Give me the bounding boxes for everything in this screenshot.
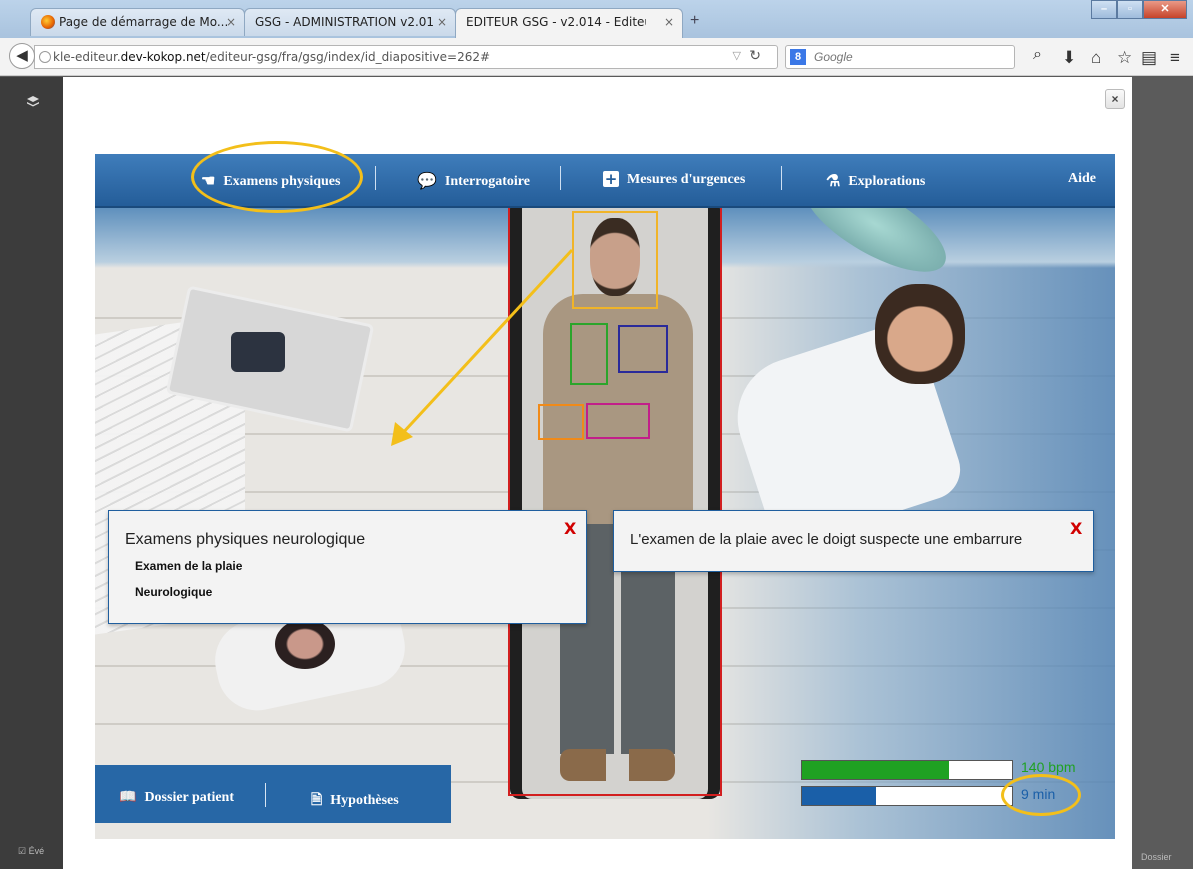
flask-icon: ⚗	[826, 173, 841, 190]
firefox-icon	[41, 15, 55, 29]
close-window-button[interactable]: ✕	[1143, 0, 1187, 19]
modal-close-button[interactable]: ×	[1105, 89, 1125, 109]
url-prefix: kle-editeur.	[53, 50, 121, 64]
search-bar[interactable]: 8 Google ⌕	[785, 45, 1042, 69]
url-dropdown-icon[interactable]: ▽	[733, 49, 741, 62]
exam-result-text: L'examen de la plaie avec le doigt suspe…	[630, 531, 1023, 548]
annotation-arrow	[391, 248, 574, 446]
tab-administration[interactable]: GSG - ADMINISTRATION v2.01... ×	[244, 8, 456, 36]
popup-close-button[interactable]: X	[564, 519, 576, 538]
scene-footer-bar: 📖 Dossier patient 🗎 Hypothèses	[95, 765, 451, 823]
popup-close-button[interactable]: X	[1070, 519, 1082, 538]
menu-explorations[interactable]: ⚗ Explorations	[826, 171, 925, 191]
bookmarks-icon[interactable]: ▤	[1141, 48, 1157, 68]
simulation-scene: ☚ Examens physiques 💬 Interrogatoire + Mesu…	[95, 154, 1115, 839]
exam-option-neurologique[interactable]: Neurologique	[135, 585, 212, 599]
menu-label: Mesures d'urgences	[627, 172, 746, 187]
menu-divider	[560, 166, 561, 190]
menu-label: Explorations	[848, 174, 926, 189]
time-fill	[802, 787, 876, 805]
menu-mesures-urgences[interactable]: + Mesures d'urgences	[603, 171, 745, 188]
window-controls: – ▫ ✕	[1091, 0, 1187, 20]
speech-bubbles-icon: 💬	[417, 173, 437, 190]
bottom-dossier-link[interactable]: Dossier	[1141, 852, 1172, 862]
page-sidebar	[0, 77, 63, 869]
maximize-button[interactable]: ▫	[1117, 0, 1143, 19]
tab-editeur[interactable]: EDITEUR GSG - v2.014 - Editeur ... ×	[455, 8, 683, 38]
search-icon[interactable]: ⌕	[1033, 46, 1042, 64]
page-right-backdrop	[1132, 77, 1193, 869]
new-tab-button[interactable]: +	[690, 12, 699, 30]
url-bar[interactable]: kle-editeur.dev-kokop.net/editeur-gsg/fr…	[34, 45, 778, 69]
tab-label: Page de démarrage de Mo...	[59, 15, 229, 29]
tab-label: GSG - ADMINISTRATION v2.01...	[255, 15, 435, 29]
book-icon: 📖	[119, 790, 137, 805]
minimize-button[interactable]: –	[1091, 0, 1117, 19]
url-domain: dev-kokop.net	[120, 50, 206, 64]
menu-aide[interactable]: Aide	[1068, 171, 1096, 187]
heart-rate-fill	[802, 761, 949, 779]
menu-divider	[781, 166, 782, 190]
time-gauge	[801, 786, 1013, 806]
footer-label: Dossier patient	[144, 790, 235, 805]
menu-interrogatoire[interactable]: 💬 Interrogatoire	[417, 171, 530, 191]
back-button[interactable]: ◀	[9, 43, 35, 69]
medical-cross-icon: +	[603, 170, 619, 188]
download-icon[interactable]: ⬇	[1062, 48, 1076, 68]
highlight-circle-time	[1001, 774, 1081, 816]
home-icon[interactable]: ⌂	[1091, 48, 1101, 68]
exam-category-popup: Examens physiques neurologique X Examen …	[108, 510, 587, 624]
footer-label: Hypothèses	[330, 793, 399, 808]
menu-icon[interactable]: ≡	[1170, 48, 1180, 68]
menu-divider	[375, 166, 376, 190]
heart-rate-gauge	[801, 760, 1013, 780]
menu-label: Interrogatoire	[444, 174, 530, 189]
reload-icon[interactable]: ↻	[749, 48, 761, 64]
highlight-circle-menu	[191, 141, 363, 213]
exam-result-popup: L'examen de la plaie avec le doigt suspe…	[613, 510, 1094, 572]
footer-dossier-patient[interactable]: 📖 Dossier patient	[119, 789, 234, 806]
layers-icon[interactable]	[26, 95, 40, 109]
url-path: /editeur-gsg/fra/gsg/index/id_diapositiv…	[205, 50, 491, 64]
bottom-left-label: Évé	[28, 846, 45, 856]
bookmark-star-icon[interactable]: ☆	[1117, 48, 1132, 68]
bottom-left-checkbox[interactable]: ☑ Évé	[18, 846, 44, 857]
document-icon: 🗎	[311, 793, 323, 808]
google-icon: 8	[790, 49, 806, 65]
tab-label: EDITEUR GSG - v2.014 - Editeur ...	[466, 15, 646, 29]
tab-start-page[interactable]: Page de démarrage de Mo... ×	[30, 8, 245, 36]
exam-option-plaie[interactable]: Examen de la plaie	[135, 559, 242, 573]
browser-titlebar: Page de démarrage de Mo... × GSG - ADMIN…	[0, 0, 1193, 38]
tab-close-icon[interactable]: ×	[226, 15, 236, 29]
search-placeholder: Google	[814, 50, 853, 64]
footer-hypotheses[interactable]: 🗎 Hypothèses	[311, 789, 399, 813]
browser-navbar: kle-editeur.dev-kokop.net/editeur-gsg/fr…	[0, 38, 1193, 76]
footer-divider	[265, 783, 266, 807]
tab-close-icon[interactable]: ×	[664, 15, 674, 29]
tab-close-icon[interactable]: ×	[437, 15, 447, 29]
heart-rate-label: 140 bpm	[1021, 759, 1076, 775]
popup-title: Examens physiques neurologique	[125, 531, 366, 548]
slide-modal: × ☚ Examens physiques 💬 Interrogatoire +…	[63, 77, 1132, 869]
globe-icon	[39, 51, 51, 63]
